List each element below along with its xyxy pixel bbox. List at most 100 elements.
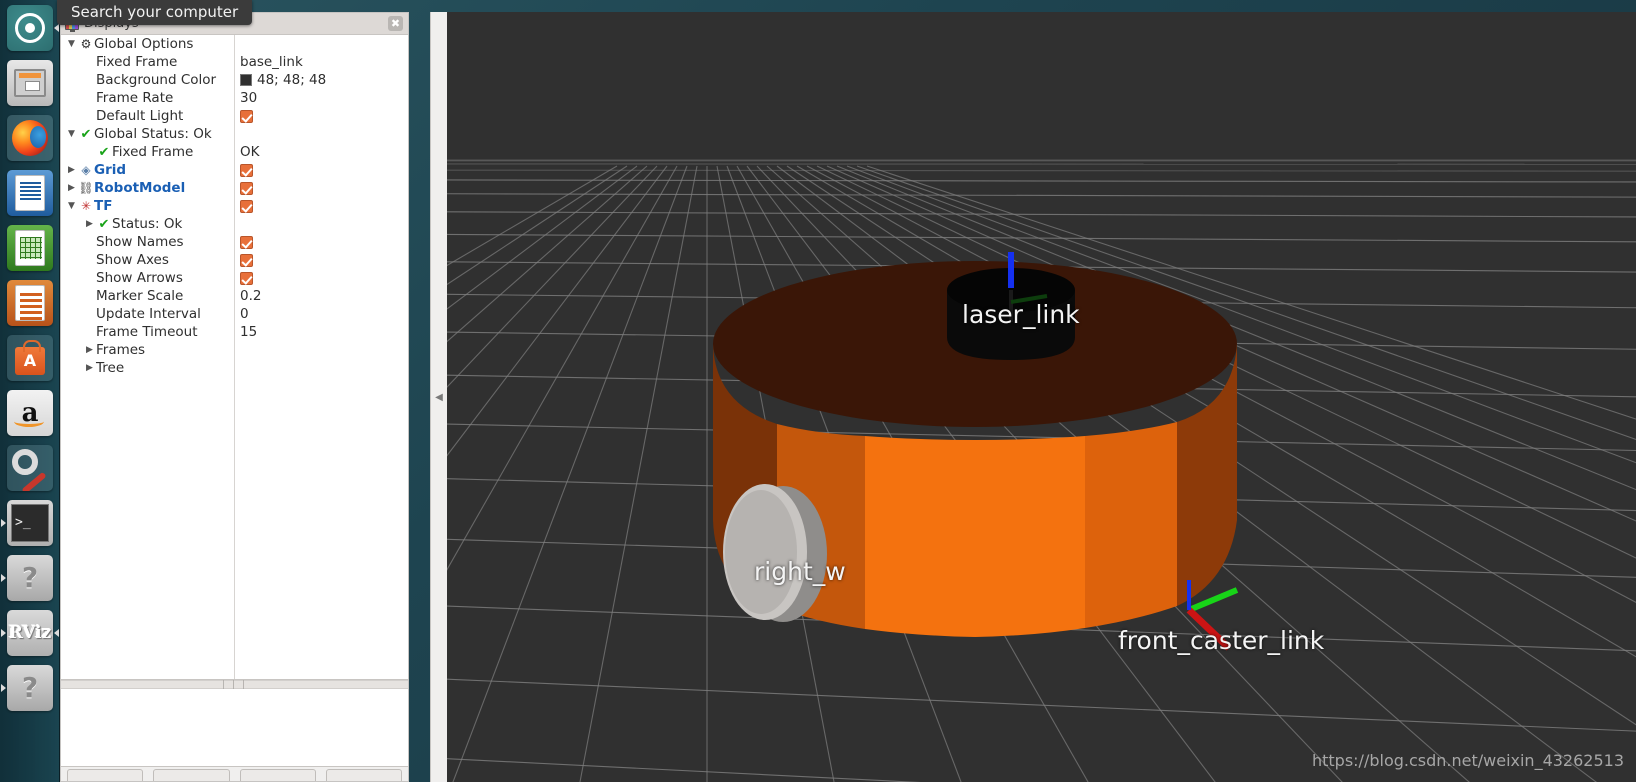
checkbox-checked[interactable] bbox=[240, 109, 253, 123]
add-button[interactable] bbox=[67, 769, 144, 781]
checkbox-checked[interactable] bbox=[240, 271, 253, 285]
chevron-right-icon: ▶ bbox=[83, 147, 96, 157]
tree-row-value[interactable] bbox=[234, 163, 408, 177]
focus-indicator-right bbox=[54, 23, 59, 32]
tree-row-value[interactable] bbox=[234, 181, 408, 195]
tree-row-name: ▼ ✔ Global Status: Ok bbox=[61, 126, 234, 142]
chevron-right-icon[interactable]: ▶ bbox=[83, 345, 96, 355]
launcher-item-1[interactable] bbox=[0, 55, 60, 110]
chevron-right-icon[interactable]: ▶ bbox=[83, 363, 96, 373]
watermark-text: https://blog.csdn.net/weixin_43262513 bbox=[1311, 751, 1624, 770]
panel-splitter[interactable]: | | | bbox=[61, 680, 408, 690]
unknown-app-icon[interactable]: ? bbox=[7, 554, 53, 601]
tree-row-value[interactable] bbox=[234, 271, 408, 285]
panel-button-bar bbox=[61, 767, 408, 781]
chevron-right-icon[interactable]: ▶ bbox=[65, 165, 78, 175]
tree-row-value[interactable] bbox=[234, 199, 408, 213]
launcher-item-3[interactable] bbox=[0, 165, 60, 220]
tree-row[interactable]: ▶Fixed Frame base_link bbox=[61, 53, 408, 71]
chevron-right-icon: ▶ bbox=[83, 273, 96, 283]
tree-row[interactable]: ▶ ⛓ RobotModel bbox=[61, 179, 408, 197]
tree-row-name: ▶Show Arrows bbox=[61, 270, 234, 286]
rviz-3d-viewport[interactable]: laser_link right_w front_caster_link https… bbox=[447, 12, 1636, 782]
duplicate-button[interactable] bbox=[153, 769, 230, 781]
tree-row-label: Fixed Frame bbox=[96, 54, 178, 70]
tree-row-label: Tree bbox=[96, 360, 125, 376]
chevron-right-icon: ▶ bbox=[83, 237, 96, 247]
checkbox-checked[interactable] bbox=[240, 235, 253, 249]
remove-button[interactable] bbox=[239, 769, 316, 781]
tree-row-value[interactable] bbox=[234, 235, 408, 249]
viewport-splitter[interactable]: ◀ bbox=[430, 12, 447, 782]
tree-row[interactable]: ▶Marker Scale 0.2 bbox=[61, 287, 408, 305]
tree-row-label: Show Names bbox=[96, 234, 184, 250]
system-settings-icon[interactable] bbox=[7, 444, 53, 491]
launcher-item-4[interactable] bbox=[0, 220, 60, 275]
tf-icon: ✳ bbox=[80, 199, 92, 213]
tree-row[interactable]: ▼ ✳ TF bbox=[61, 197, 408, 215]
checkbox-checked[interactable] bbox=[240, 181, 253, 195]
launcher-item-9[interactable]: >_ bbox=[0, 495, 60, 550]
launcher-item-10[interactable]: ? bbox=[0, 550, 60, 605]
robot-icon: ⛓ bbox=[78, 181, 94, 195]
tree-row-label: RobotModel bbox=[94, 180, 186, 196]
libreoffice-writer-icon[interactable] bbox=[7, 169, 53, 216]
tree-row-label: Background Color bbox=[96, 72, 217, 88]
launcher-item-6[interactable]: A bbox=[0, 330, 60, 385]
terminal-icon[interactable]: >_ bbox=[7, 499, 53, 546]
tree-row[interactable]: ▶Frame Timeout 15 bbox=[61, 323, 408, 341]
launcher-item-11[interactable]: RViz bbox=[0, 605, 60, 660]
libreoffice-impress-icon[interactable] bbox=[7, 279, 53, 326]
chevron-down-icon[interactable]: ▼ bbox=[65, 39, 78, 49]
checkbox-checked[interactable] bbox=[240, 199, 253, 213]
close-icon[interactable]: ✖ bbox=[388, 16, 403, 31]
rviz-icon[interactable]: RViz bbox=[7, 609, 53, 656]
launcher-item-5[interactable] bbox=[0, 275, 60, 330]
chevron-right-icon[interactable]: ▶ bbox=[83, 219, 96, 229]
ubuntu-dash-icon[interactable] bbox=[7, 4, 53, 51]
ubuntu-software-icon[interactable]: A bbox=[7, 334, 53, 381]
rename-button[interactable] bbox=[325, 769, 402, 781]
tree-row[interactable]: ▶ Tree bbox=[61, 359, 408, 377]
files-icon[interactable] bbox=[7, 59, 53, 106]
tree-row-name: ▶✔Fixed Frame bbox=[61, 144, 234, 160]
tree-row[interactable]: ▶Show Arrows bbox=[61, 269, 408, 287]
tree-row-name: ▶ ◈ Grid bbox=[61, 162, 234, 178]
tree-row[interactable]: ▼ ⚙ Global Options bbox=[61, 35, 408, 53]
launcher-item-12[interactable]: ? bbox=[0, 660, 60, 715]
chevron-right-icon[interactable]: ▶ bbox=[65, 183, 78, 193]
tree-row[interactable]: ▶Show Axes bbox=[61, 251, 408, 269]
tree-row-name: ▶Default Light bbox=[61, 108, 234, 124]
tree-row[interactable]: ▶ Frames bbox=[61, 341, 408, 359]
checkbox-checked[interactable] bbox=[240, 253, 253, 267]
tree-row-name: ▼ ✳ TF bbox=[61, 198, 234, 214]
chevron-down-icon[interactable]: ▼ bbox=[65, 129, 78, 139]
chevron-left-icon[interactable]: ◀ bbox=[435, 392, 443, 403]
tree-row[interactable]: ▶Update Interval 0 bbox=[61, 305, 408, 323]
firefox-icon[interactable] bbox=[7, 114, 53, 161]
tree-row-value[interactable] bbox=[234, 109, 408, 123]
tree-row[interactable]: ▶✔Fixed Frame OK bbox=[61, 143, 408, 161]
tree-row[interactable]: ▶Show Names bbox=[61, 233, 408, 251]
tree-row[interactable]: ▶ ◈ Grid bbox=[61, 161, 408, 179]
firefox-glyph bbox=[12, 119, 48, 156]
tree-row-label: Fixed Frame bbox=[112, 144, 194, 160]
libreoffice-calc-icon[interactable] bbox=[7, 224, 53, 271]
tree-row[interactable]: ▶ ✔ Status: Ok bbox=[61, 215, 408, 233]
tree-row[interactable]: ▼ ✔ Global Status: Ok bbox=[61, 125, 408, 143]
displays-tree[interactable]: ▼⚙Global Options▶Fixed Framebase_link▶Ba… bbox=[61, 35, 408, 680]
robot-model bbox=[713, 252, 1239, 651]
launcher-item-2[interactable] bbox=[0, 110, 60, 165]
tree-row-value[interactable] bbox=[234, 253, 408, 267]
checkbox-checked[interactable] bbox=[240, 163, 253, 177]
launcher-item-7[interactable]: a bbox=[0, 385, 60, 440]
unknown-app-2-icon[interactable]: ? bbox=[7, 664, 53, 711]
amazon-icon[interactable]: a bbox=[7, 389, 53, 436]
chevron-down-icon[interactable]: ▼ bbox=[65, 201, 78, 211]
tree-row[interactable]: ▶Background Color 48; 48; 48 bbox=[61, 71, 408, 89]
color-swatch[interactable] bbox=[240, 74, 252, 86]
tree-row[interactable]: ▶Frame Rate 30 bbox=[61, 89, 408, 107]
launcher-item-8[interactable] bbox=[0, 440, 60, 495]
tree-row[interactable]: ▶Default Light bbox=[61, 107, 408, 125]
launcher-item-0[interactable] bbox=[0, 0, 60, 55]
